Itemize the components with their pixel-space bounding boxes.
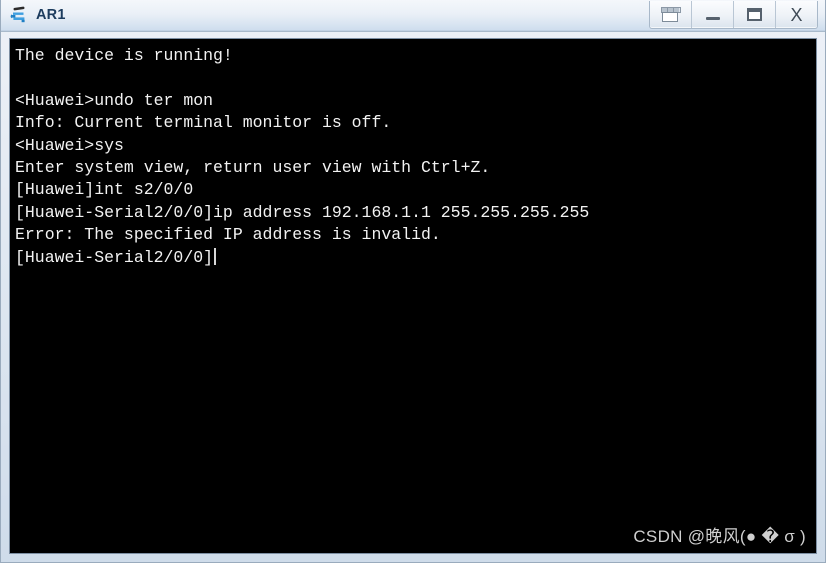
terminal-line: <Huawei>undo ter mon [15, 90, 214, 110]
minimize-button[interactable] [692, 1, 734, 28]
router-device-icon [10, 6, 29, 25]
terminal-panel: The device is running! <Huawei>undo ter … [9, 38, 817, 554]
terminal-prompt-line: [Huawei-Serial2/0/0] [15, 247, 816, 269]
window-controls: X [649, 1, 818, 29]
terminal-line: [Huawei]int s2/0/0 [15, 180, 194, 200]
watermark-text: CSDN @晚风(● � σ ) [633, 527, 806, 546]
terminal-output[interactable]: The device is running! <Huawei>undo ter … [10, 39, 816, 553]
terminal-window: AR1 X The device is running! <Huawei>und… [0, 0, 826, 563]
terminal-line: Info: Current terminal monitor is off. [15, 113, 392, 133]
terminal-line: Enter system view, return user view with… [15, 157, 491, 177]
restore-windows-button[interactable] [650, 1, 692, 28]
terminal-prompt-text: [Huawei-Serial2/0/0] [15, 247, 214, 267]
terminal-line: <Huawei>sys [15, 135, 124, 155]
title-bar-left: AR1 [1, 6, 66, 25]
terminal-line: [Huawei-Serial2/0/0]ip address 192.168.1… [15, 202, 590, 222]
restore-windows-icon [660, 6, 681, 23]
maximize-button[interactable] [734, 1, 776, 28]
terminal-line: Error: The specified IP address is inval… [15, 225, 441, 245]
close-button[interactable]: X [776, 1, 817, 28]
title-bar: AR1 X [1, 0, 825, 32]
minimize-icon [705, 16, 720, 20]
maximize-icon [747, 8, 762, 21]
terminal-line: The device is running! [15, 46, 233, 65]
text-cursor [214, 247, 217, 265]
close-icon: X [790, 4, 803, 25]
window-title: AR1 [36, 7, 66, 24]
